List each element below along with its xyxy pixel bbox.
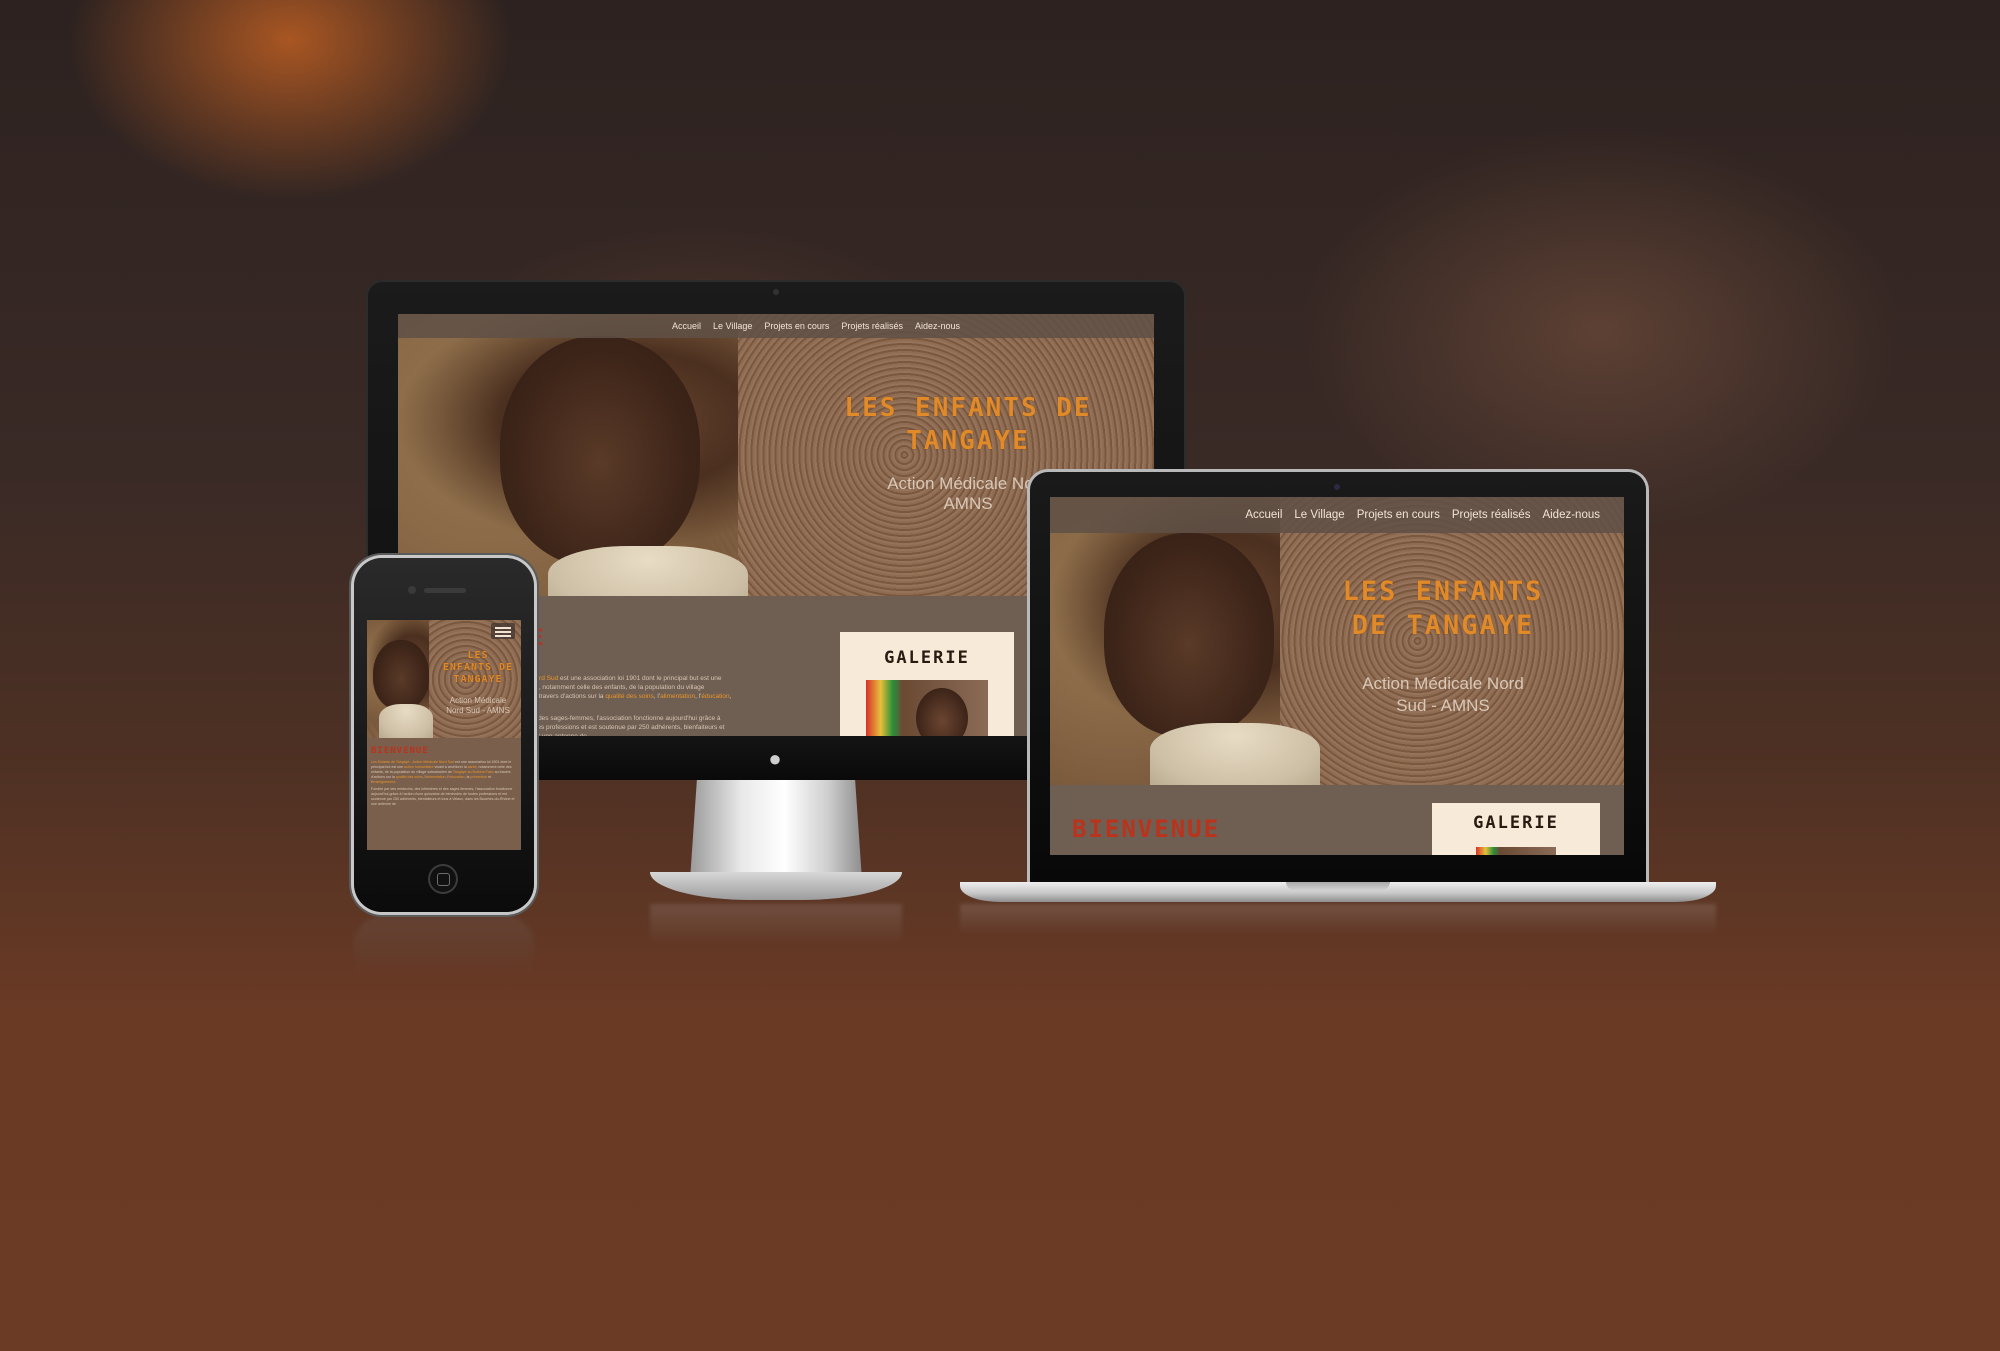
highlighted-term: Tangaye au Burkina Faso xyxy=(452,770,494,774)
apple-icon: ● xyxy=(768,746,782,771)
nav-aidez-nous[interactable]: Aidez-nous xyxy=(1542,509,1600,521)
laptop-subtitle-line1: Action Médicale Nord xyxy=(1362,674,1524,693)
desktop-title-line2: TANGAYE xyxy=(906,425,1030,456)
desktop-galerie-photo[interactable] xyxy=(866,680,988,736)
nav-projets-en-cours[interactable]: Projets en cours xyxy=(764,321,829,331)
highlighted-term: éducation xyxy=(701,693,730,700)
phone-site-screen: LES ENFANTS DE TANGAYE Action Médicale N… xyxy=(367,620,521,850)
imac-stand-foot xyxy=(650,872,902,900)
phone-speaker xyxy=(424,588,466,593)
paragraph-text: est une association loi 1901 dont le pri… xyxy=(558,675,722,682)
laptop-site-title: LES ENFANTS DE TANGAYE xyxy=(1318,575,1568,643)
highlighted-term: alimentation xyxy=(426,775,446,779)
desktop-galerie-title: GALERIE xyxy=(884,648,970,668)
phone-welcome-heading: BIENVENUE xyxy=(371,746,429,756)
imac-stand xyxy=(690,780,862,880)
highlighted-term: action humanitaire xyxy=(404,765,434,769)
phone-reflection xyxy=(354,916,534,976)
phone-title-line3: TANGAYE xyxy=(453,674,503,685)
phone-site-title: LES ENFANTS DE TANGAYE xyxy=(433,650,521,686)
desktop-galerie-box: GALERIE xyxy=(840,632,1014,736)
phone-home-button[interactable] xyxy=(428,864,458,894)
nav-accueil[interactable]: Accueil xyxy=(1245,509,1282,521)
paragraph-text: visant à améliorer la xyxy=(433,765,468,769)
laptop-reflection xyxy=(960,904,1716,934)
laptop-site-screen: Accueil Le Village Projets en cours Proj… xyxy=(1050,497,1624,855)
nav-projets-realises[interactable]: Projets réalisés xyxy=(1452,509,1531,521)
highlighted-term: éducation xyxy=(449,775,465,779)
laptop-site-subtitle: Action Médicale Nord Sud - AMNS xyxy=(1318,673,1568,717)
phone-title-line2: ENFANTS DE xyxy=(442,662,514,673)
laptop-title-line2: DE TANGAYE xyxy=(1351,609,1535,641)
nav-projets-en-cours[interactable]: Projets en cours xyxy=(1357,509,1440,521)
desktop-nav: Accueil Le Village Projets en cours Proj… xyxy=(398,314,1154,338)
nav-aidez-nous[interactable]: Aidez-nous xyxy=(915,321,960,331)
nav-le-village[interactable]: Le Village xyxy=(1294,509,1344,521)
highlighted-term: santé xyxy=(467,765,477,769)
phone-paragraph-1: Les Enfants de Tangaye - Action Médicale… xyxy=(371,760,517,785)
laptop-galerie-title: GALERIE xyxy=(1473,813,1559,833)
highlighted-term: Les Enfants de Tangaye - Action Médicale… xyxy=(371,760,455,764)
phone-subtitle-line2: Nord Sud - AMNS xyxy=(446,706,510,715)
highlighted-term: qualité des soins xyxy=(605,693,654,700)
laptop-galerie-box: GALERIE xyxy=(1432,803,1600,855)
laptop-subtitle-line2: Sud - AMNS xyxy=(1396,696,1490,715)
laptop-title-line1: LES ENFANTS xyxy=(1342,576,1544,607)
highlighted-term: prévention xyxy=(470,775,488,779)
laptop-welcome-heading: BIENVENUE xyxy=(1072,815,1221,843)
phone-subtitle-line1: Action Médicale xyxy=(449,696,507,705)
nav-le-village[interactable]: Le Village xyxy=(713,321,752,331)
highlighted-term: enseignement xyxy=(372,780,396,784)
highlighted-term: alimentation xyxy=(660,693,696,700)
paragraph-text: . xyxy=(395,780,397,784)
imac-reflection xyxy=(650,904,902,944)
phone-title-line1: LES xyxy=(467,650,489,661)
highlighted-term: qualité des soins xyxy=(395,775,423,779)
nav-accueil[interactable]: Accueil xyxy=(672,321,701,331)
imac-camera xyxy=(773,289,779,295)
laptop-galerie-photo[interactable] xyxy=(1476,847,1556,855)
phone-site-subtitle: Action Médicale Nord Sud - AMNS xyxy=(433,696,521,716)
laptop-camera xyxy=(1334,484,1340,490)
laptop-nav: Accueil Le Village Projets en cours Proj… xyxy=(1050,497,1624,533)
phone-camera xyxy=(408,586,416,594)
desktop-title-line1: LES ENFANTS DE xyxy=(844,393,1092,423)
phone-paragraph-2: Fondée par des médecins, des infirmières… xyxy=(371,787,515,806)
nav-projets-realises[interactable]: Projets réalisés xyxy=(841,321,903,331)
desktop-site-title: LES ENFANTS DE TANGAYE xyxy=(818,392,1118,457)
paragraph-text: au travers d'actions sur la xyxy=(527,693,606,700)
laptop-lid-notch xyxy=(1286,882,1390,890)
phone-welcome-text: Les Enfants de Tangaye - Action Médicale… xyxy=(371,760,517,807)
hamburger-menu-icon[interactable] xyxy=(491,623,515,639)
